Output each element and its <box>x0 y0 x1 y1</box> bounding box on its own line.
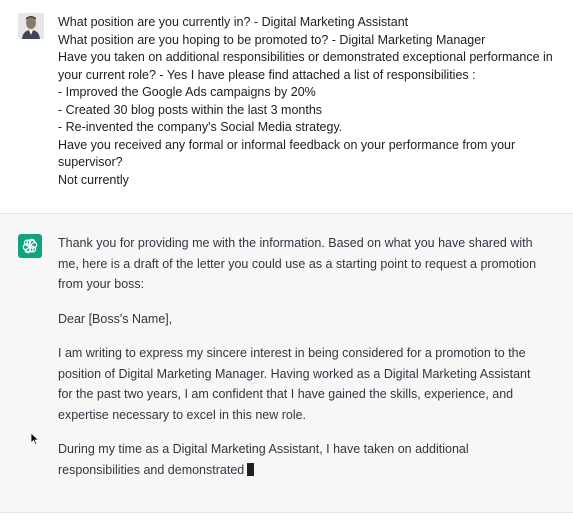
user-line-1: What position are you currently in? - Di… <box>58 15 409 29</box>
user-line-8: Not currently <box>58 172 129 187</box>
mouse-pointer-icon <box>30 432 40 446</box>
user-line-4: - Improved the Google Ads campaigns by 2… <box>58 85 316 99</box>
user-line-5: - Created 30 blog posts within the last … <box>58 102 323 117</box>
user-line-6: - Re-invented the company's Social Media… <box>58 120 343 134</box>
chatgpt-avatar <box>18 234 42 258</box>
user-line-3: Have you taken on additional responsibil… <box>58 50 553 82</box>
user-line-7: Have you received any formal or informal… <box>58 137 516 170</box>
assistant-message-text: Thank you for providing me with the info… <box>58 233 548 494</box>
letter-paragraph-2: During my time as a Digital Marketing As… <box>58 439 548 480</box>
letter-paragraph-1: I am writing to express my sincere inter… <box>58 346 531 422</box>
letter-salutation: Dear [Boss's Name], <box>58 311 173 326</box>
letter-paragraph-2-text: During my time as a Digital Marketing As… <box>58 442 469 477</box>
assistant-intro: Thank you for providing me with the info… <box>58 236 537 291</box>
user-message-text: What position are you currently in? - Di… <box>58 14 558 189</box>
user-line-2: What position are you hoping to be promo… <box>58 32 486 47</box>
openai-logo-icon <box>22 238 38 254</box>
user-avatar <box>18 13 44 39</box>
typing-cursor <box>247 462 255 476</box>
user-photo-icon <box>18 13 44 39</box>
user-message-block: What position are you currently in? - Di… <box>0 0 573 214</box>
